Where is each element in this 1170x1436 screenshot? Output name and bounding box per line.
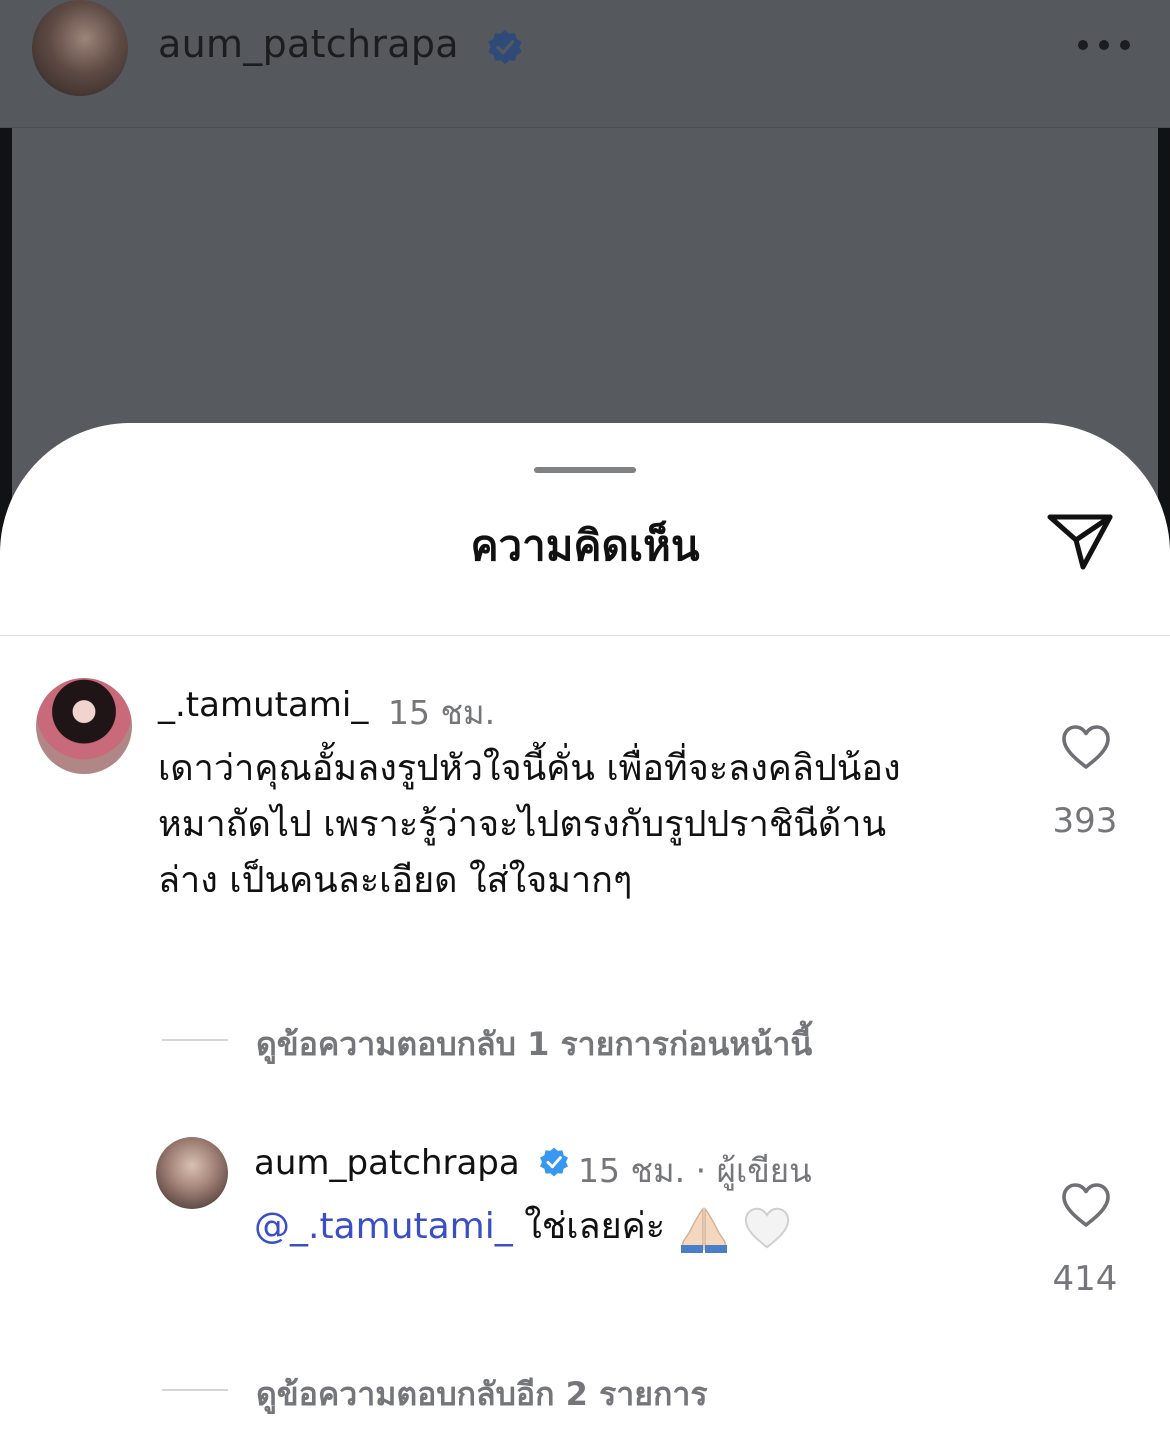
like-heart-icon[interactable] bbox=[1060, 723, 1112, 771]
comment-line: ล่าง เป็นคนละเอียด ใส่ใจมากๆ bbox=[158, 860, 633, 901]
reply-body: ใช่เลยค่ะ bbox=[512, 1206, 666, 1247]
reply-text: @_.tamutami_ ใช่เลยค่ะ bbox=[254, 1199, 792, 1255]
media-edge-right bbox=[1158, 128, 1170, 548]
comment-time: 15 ชม. bbox=[388, 693, 496, 732]
verified-badge-icon bbox=[540, 1147, 568, 1177]
view-more-replies-link[interactable]: ดูข้อความตอบกลับอีก 2 รายการ bbox=[256, 1369, 708, 1420]
author-label: ผู้เขียน bbox=[716, 1151, 812, 1190]
commenter-avatar[interactable] bbox=[36, 678, 132, 774]
sheet-title: ความคิดเห็น bbox=[470, 521, 700, 570]
reply-username[interactable]: aum_patchrapa bbox=[254, 1143, 520, 1183]
sheet-divider bbox=[0, 635, 1170, 636]
like-count: 393 bbox=[1052, 801, 1118, 841]
reply-meta: 15 ชม. · ผู้เขียน bbox=[578, 1144, 812, 1197]
comment-line: หมาถัดไป เพราะรู้ว่าจะไปตรงกับรูปปราชินี… bbox=[158, 804, 887, 845]
folded-hands-emoji bbox=[680, 1207, 727, 1253]
post-header: aum_patchrapa bbox=[0, 0, 1170, 128]
send-icon[interactable] bbox=[1046, 509, 1116, 573]
comment-text: เดาว่าคุณอั้มลงรูปหัวใจนี้คั่น เพื่อที่จ… bbox=[158, 741, 901, 909]
author-avatar[interactable] bbox=[32, 0, 128, 96]
verified-badge-icon bbox=[488, 29, 522, 65]
meta-separator: · bbox=[695, 1151, 707, 1190]
like-count: 414 bbox=[1052, 1259, 1118, 1299]
replies-rule bbox=[162, 1039, 228, 1041]
author-username[interactable]: aum_patchrapa bbox=[158, 22, 459, 66]
more-horizontal-icon[interactable] bbox=[1078, 36, 1132, 56]
like-heart-icon[interactable] bbox=[1060, 1181, 1112, 1229]
white-heart-emoji bbox=[744, 1207, 790, 1249]
sheet-grabber[interactable] bbox=[534, 467, 636, 473]
comments-sheet: ความคิดเห็น _.tamutami_ 15 ชม. เดาว่าคุณ… bbox=[0, 423, 1170, 1436]
media-edge-left bbox=[0, 128, 12, 548]
replies-rule bbox=[162, 1389, 228, 1391]
reply-time: 15 ชม. bbox=[578, 1151, 686, 1190]
mention-link[interactable]: @_.tamutami_ bbox=[254, 1206, 513, 1247]
comment-line: เดาว่าคุณอั้มลงรูปหัวใจนี้คั่น เพื่อที่จ… bbox=[158, 748, 901, 789]
comment-username[interactable]: _.tamutami_ bbox=[158, 685, 368, 725]
reply-avatar[interactable] bbox=[156, 1137, 228, 1209]
view-replies-link[interactable]: ดูข้อความตอบกลับ 1 รายการก่อนหน้านี้ bbox=[256, 1019, 812, 1070]
